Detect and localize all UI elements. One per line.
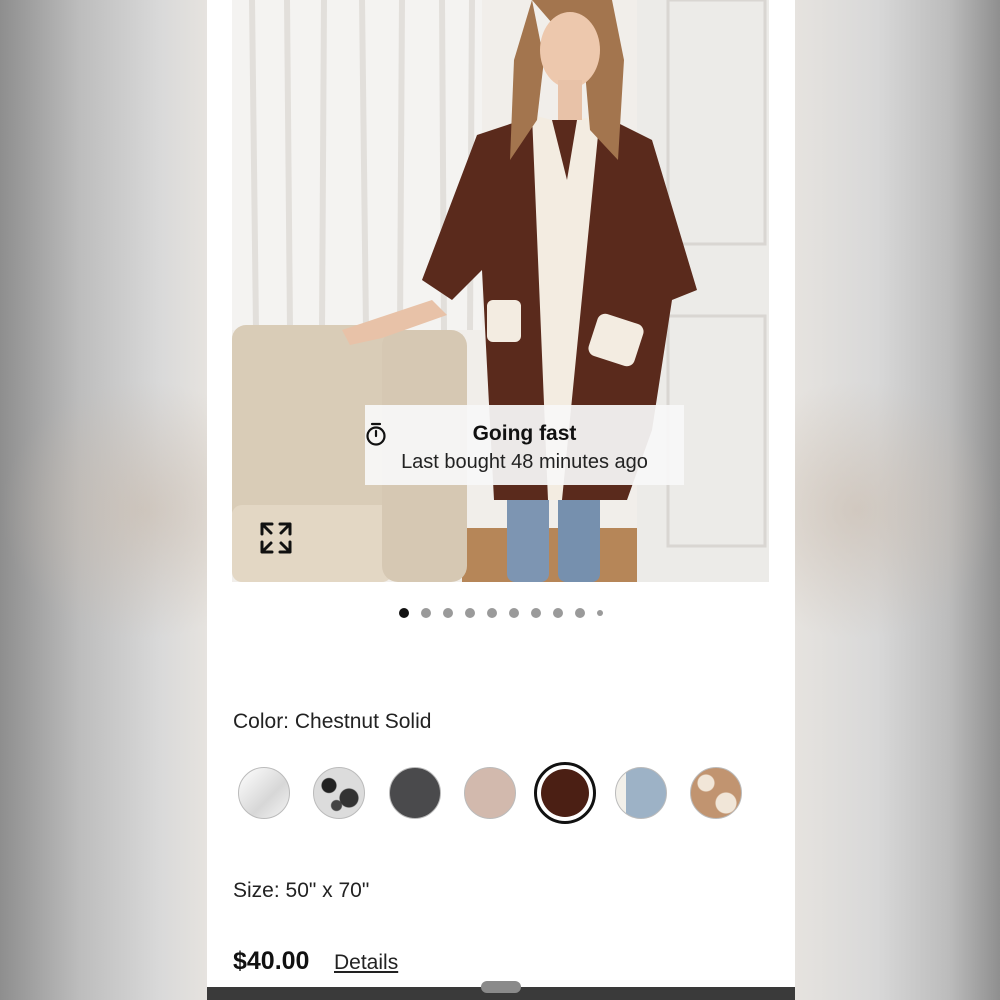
gallery-pagination [207, 607, 795, 619]
badge-title-row: Going fast [365, 422, 684, 446]
left-background-glow [0, 380, 207, 640]
badge-subtitle: Last bought 48 minutes ago [401, 451, 648, 473]
product-image[interactable]: Going fast Last bought 48 minutes ago [232, 0, 769, 582]
swatch-charcoal[interactable] [389, 767, 441, 819]
swatch-denim[interactable] [615, 767, 667, 819]
swatch-blush[interactable] [464, 767, 516, 819]
swatch-chestnut[interactable] [541, 769, 589, 817]
swatch-white[interactable] [238, 767, 290, 819]
gallery-dot-10[interactable] [597, 610, 603, 616]
expand-image-button[interactable] [258, 520, 294, 556]
expand-arrows-icon [260, 522, 292, 554]
swatch-black-white-pattern[interactable] [313, 767, 365, 819]
color-swatches [207, 762, 795, 824]
gallery-dot-1[interactable] [399, 608, 409, 618]
gallery-dot-7[interactable] [531, 608, 541, 618]
size-label: Size: 50" x 70" [233, 879, 370, 902]
product-page: Going fast Last bought 48 minutes ago Co… [207, 0, 795, 1000]
gallery-dot-8[interactable] [553, 608, 563, 618]
gallery-dot-4[interactable] [465, 608, 475, 618]
gallery-dot-2[interactable] [421, 608, 431, 618]
gallery-dot-5[interactable] [487, 608, 497, 618]
drag-handle[interactable] [481, 981, 521, 993]
price: $40.00 [233, 947, 310, 975]
right-background-glow [795, 380, 1000, 640]
gallery-dot-3[interactable] [443, 608, 453, 618]
stopwatch-icon [366, 422, 386, 446]
gallery-dot-9[interactable] [575, 608, 585, 618]
swatch-cow-print[interactable] [690, 767, 742, 819]
bottom-bar [207, 981, 795, 1000]
gallery-dot-6[interactable] [509, 608, 519, 618]
badge-title: Going fast [472, 422, 577, 445]
details-link[interactable]: Details [334, 951, 398, 975]
product-photo-illustration [232, 0, 769, 582]
going-fast-badge: Going fast Last bought 48 minutes ago [365, 405, 684, 485]
color-label: Color: Chestnut Solid [233, 710, 432, 733]
